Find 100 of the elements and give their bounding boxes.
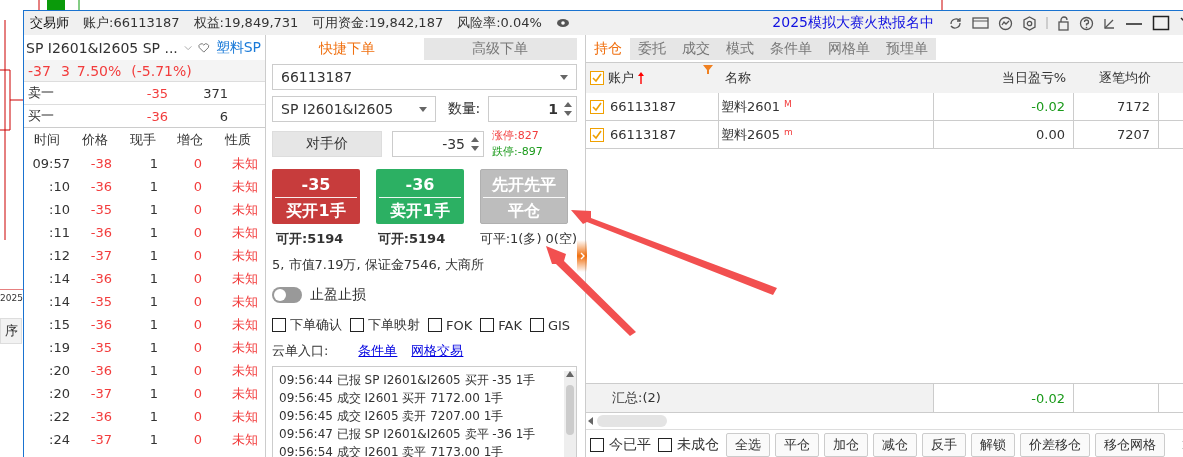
option-checkbox[interactable] <box>272 318 286 332</box>
chart-circle-icon[interactable] <box>998 15 1013 31</box>
tick-cell-text: -36 <box>89 408 113 426</box>
position-tab[interactable]: 委托 <box>630 38 674 60</box>
account-label: 账户:66113187 <box>83 14 180 32</box>
maximize-icon[interactable] <box>1152 15 1170 31</box>
tick-cell-text: 未知 <box>231 178 259 196</box>
settings-icon[interactable] <box>1022 15 1037 31</box>
log-line: 09:56:45 成交 I2605 卖开 7207.00 1手 <box>279 408 505 425</box>
check-icon <box>592 129 602 140</box>
tick-cell-text: 未知 <box>231 293 259 311</box>
option-label: GIS <box>547 317 571 333</box>
dropdown-caret-icon[interactable] <box>560 74 568 80</box>
dropdown-caret-icon[interactable] <box>418 106 427 112</box>
position-tab[interactable]: 成交 <box>674 38 718 60</box>
tick-cell-text: 1 <box>148 270 159 288</box>
tick-cell-text: 未知 <box>231 339 259 357</box>
tag-label: M <box>784 99 792 109</box>
action-button[interactable]: 价差移仓 <box>1020 432 1090 457</box>
sort-arrow-icon[interactable] <box>638 72 644 84</box>
tick-cell-text: 未知 <box>231 316 259 334</box>
stop-loss-toggle[interactable] <box>272 287 302 303</box>
lock-icon[interactable] <box>1057 15 1070 31</box>
price-input[interactable]: -35 <box>392 131 484 157</box>
column-header: 当日盈亏% <box>934 63 1074 93</box>
action-button[interactable]: 全选 <box>726 432 770 457</box>
row-checkbox[interactable] <box>590 99 604 114</box>
tick-cell-text: :10 <box>48 201 70 219</box>
tick-cell-text: 1 <box>148 339 159 357</box>
log-line: 09:56:47 已报 SP I2601&I2605 卖平 -36 1手 <box>279 426 537 443</box>
chevron-right-icon <box>579 252 585 260</box>
option-label: FOK <box>446 317 473 333</box>
help-icon[interactable] <box>1079 15 1094 31</box>
position-tab[interactable]: 条件单 <box>762 38 820 60</box>
average-price-cell: 7207 <box>1074 121 1159 149</box>
log-line: 09:56:45 成交 I2601 买开 7172.00 1手 <box>279 390 505 407</box>
cloud-link[interactable]: 网格交易 <box>411 342 464 360</box>
option-checkbox[interactable] <box>480 318 495 332</box>
side-tab[interactable]: 序 <box>0 318 22 344</box>
position-tab[interactable]: 网格单 <box>820 38 878 60</box>
refresh-icon[interactable] <box>948 15 963 31</box>
price-change: 3 <box>60 62 70 79</box>
action-button[interactable]: 移仓网格 <box>1095 432 1165 457</box>
tick-cell-text: 1 <box>148 201 159 219</box>
book-volume: 371 <box>202 85 228 101</box>
order-action-button[interactable]: -35 买开1手 <box>272 169 360 224</box>
promo-link[interactable]: 2025模拟大赛火热报名中 <box>772 14 934 32</box>
filter-checkbox[interactable] <box>658 437 672 452</box>
divider-icon <box>1046 16 1048 30</box>
pnl-cell: 0.00 <box>934 121 1074 149</box>
contract-select[interactable]: SP I2601&I2605 <box>272 96 436 122</box>
cloud-entry-label: 云单入口: <box>272 342 329 360</box>
card-icon[interactable] <box>972 16 989 30</box>
price-change: (-5.71%) <box>131 62 192 79</box>
toggle-label: 止盈止损 <box>310 286 366 304</box>
select-all-checkbox[interactable] <box>590 71 604 85</box>
scroll-left-icon[interactable] <box>588 417 593 425</box>
option-label: 下单确认 <box>290 316 342 334</box>
filter-checkbox[interactable] <box>590 437 604 452</box>
scrollbar[interactable] <box>564 371 576 457</box>
panel-expand-handle[interactable] <box>577 240 587 272</box>
contract-cell: 塑料2605 <box>721 125 781 144</box>
action-button[interactable]: 平仓 <box>775 432 819 457</box>
log-line: 09:56:44 已报 SP I2601&I2605 买开 -35 1手 <box>279 372 537 389</box>
order-tab[interactable]: 高级下单 <box>423 38 577 60</box>
tick-cell-text: :14 <box>48 293 70 311</box>
column-header: 价格 <box>81 131 109 149</box>
collapse-icon[interactable] <box>1103 16 1116 30</box>
action-button[interactable]: 加仓 <box>824 432 868 457</box>
counterparty-price-button[interactable]: 对手价 <box>272 131 382 157</box>
heart-icon[interactable] <box>198 41 210 54</box>
tag-label: m <box>784 127 793 137</box>
tick-cell-text: 0 <box>192 293 203 311</box>
position-tab[interactable]: 预埋单 <box>878 38 936 60</box>
eye-icon[interactable] <box>555 18 570 28</box>
row-checkbox[interactable] <box>590 127 604 142</box>
tick-cell-text: -35 <box>89 293 113 311</box>
product-name[interactable]: 塑料SP <box>215 38 261 57</box>
cloud-link[interactable]: 条件单 <box>358 342 398 360</box>
tick-cell-text: 0 <box>192 362 203 380</box>
position-tab[interactable]: 模式 <box>718 38 762 60</box>
option-label: 下单映射 <box>368 316 420 334</box>
spinner-arrows-icon[interactable] <box>471 137 479 151</box>
contract-name[interactable]: SP I2601&I2605 SP ... <box>26 39 178 56</box>
option-checkbox[interactable] <box>529 318 544 332</box>
tick-cell-text: :12 <box>48 247 70 265</box>
option-checkbox[interactable] <box>428 318 442 332</box>
option-checkbox[interactable] <box>350 318 364 332</box>
scrollbar-thumb[interactable] <box>597 415 667 427</box>
account-cell: 66113187 <box>610 99 677 114</box>
scroll-up-icon[interactable] <box>566 371 574 377</box>
account-select[interactable]: 66113187 <box>272 64 577 90</box>
tick-cell-text: -37 <box>89 431 113 449</box>
spinner-arrows-icon[interactable] <box>564 102 572 116</box>
action-button[interactable]: 反手 <box>922 432 966 457</box>
action-button[interactable]: 减仓 <box>873 432 917 457</box>
quantity-input[interactable]: 1 <box>488 96 577 122</box>
action-button[interactable]: 解锁 <box>971 432 1015 457</box>
year-label: 2025 <box>0 293 23 303</box>
column-header: 增仓 <box>176 131 204 149</box>
